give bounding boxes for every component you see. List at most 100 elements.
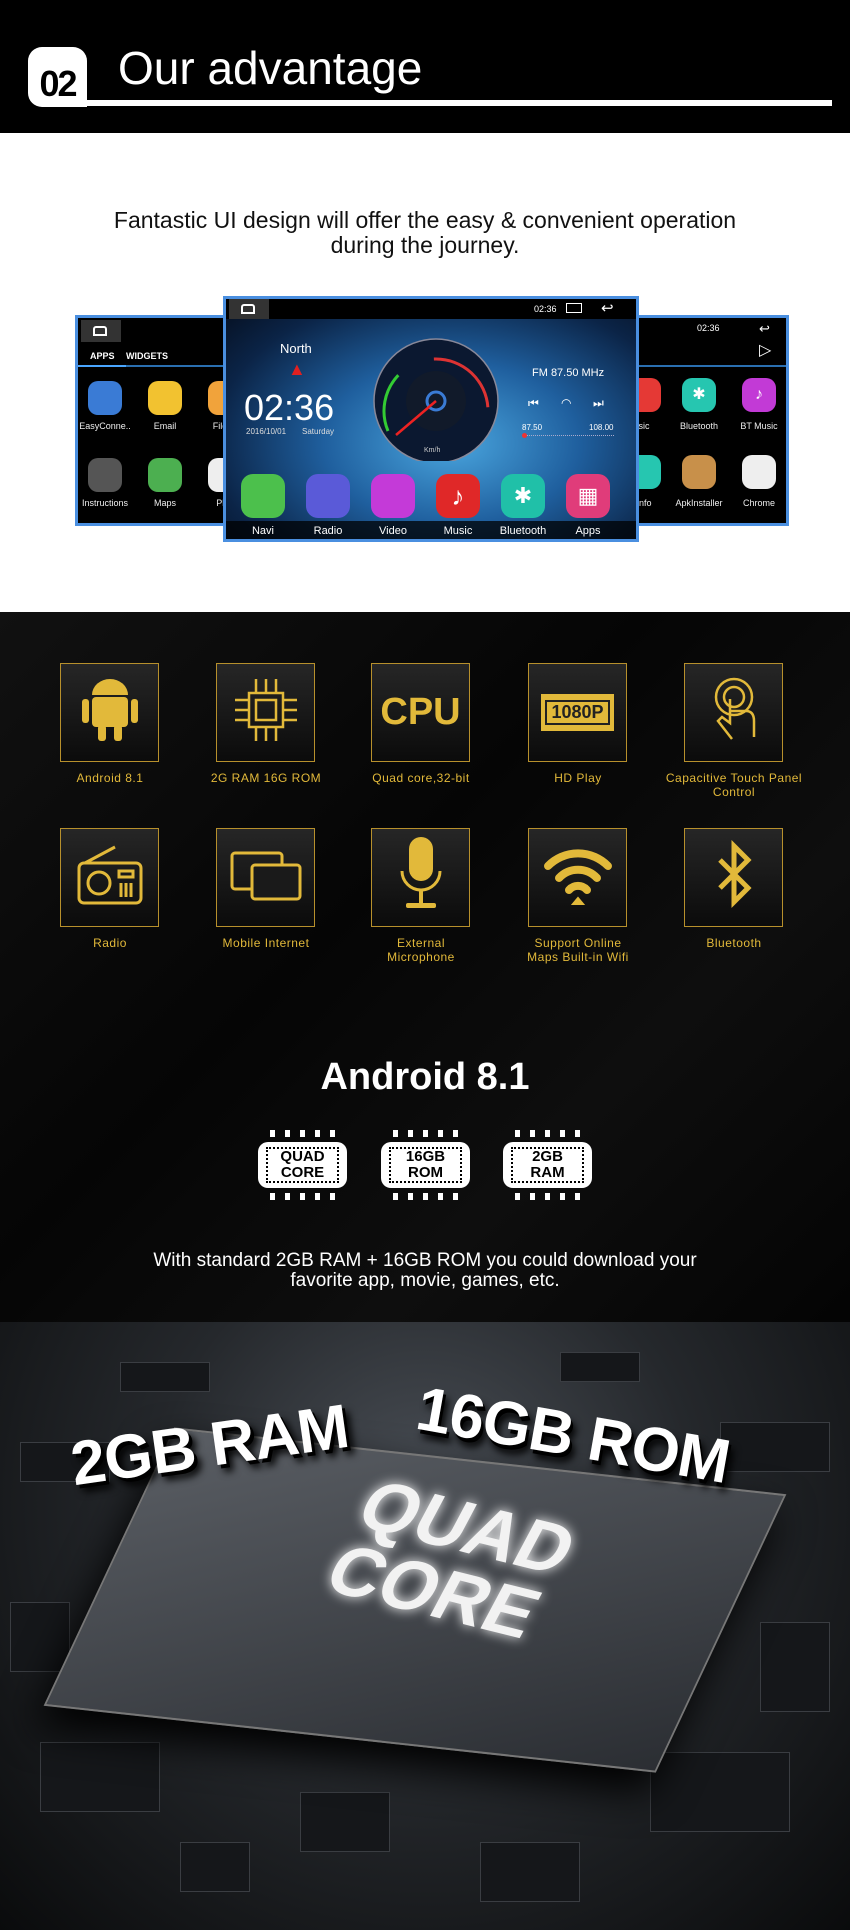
- microphone-icon: [396, 835, 446, 920]
- section-number-badge: 02: [28, 47, 87, 107]
- standard-text: With standard 2GB RAM + 16GB ROM you cou…: [0, 1251, 850, 1291]
- devices-icon: [228, 845, 304, 910]
- chip-icon: [231, 675, 301, 750]
- chip-line: RAM: [530, 1164, 565, 1181]
- chrome-icon[interactable]: [742, 455, 776, 489]
- feature-label: 2G RAM 16G ROM: [210, 771, 322, 785]
- app-label: EasyConne..: [79, 421, 131, 431]
- recent-apps-icon[interactable]: [566, 303, 582, 313]
- radio-tuner-slider[interactable]: [522, 433, 614, 438]
- touch-icon: [704, 675, 764, 750]
- clock: 02:36: [244, 387, 335, 428]
- feature-label: External Microphone: [387, 936, 455, 964]
- feature-tile: [684, 663, 783, 762]
- compass-label: North: [280, 341, 312, 356]
- board-component: [40, 1742, 160, 1812]
- back-icon[interactable]: ↩: [759, 321, 770, 337]
- board-component: [650, 1752, 790, 1832]
- feature-label: Mobile Internet: [222, 936, 310, 950]
- weekday: Saturday: [302, 427, 335, 436]
- compass-arrow-icon: ▲: [288, 359, 306, 379]
- bt-music-icon[interactable]: ♪: [742, 378, 776, 412]
- radio-icon: [75, 845, 145, 910]
- chip-line: QUAD: [280, 1148, 325, 1165]
- board-component: [10, 1602, 70, 1672]
- intro-line: during the journey.: [330, 232, 520, 258]
- feature-label: Radio: [93, 936, 127, 950]
- chip-line: 16GB: [405, 1148, 446, 1165]
- navi-icon[interactable]: [241, 474, 285, 518]
- app-drawer-screen: APPS WIDGETS EasyConne.. Email File M In…: [75, 315, 227, 526]
- back-icon[interactable]: ↩: [601, 299, 614, 317]
- feature-tile: [216, 663, 315, 762]
- info-icon[interactable]: [639, 455, 661, 489]
- maps-icon[interactable]: [148, 458, 182, 492]
- status-time: 02:36: [697, 323, 720, 333]
- spec-chip: 16GB ROM: [381, 1130, 470, 1200]
- feature-label: Android 8.1: [76, 771, 144, 785]
- dock-label: Navi: [251, 525, 274, 537]
- app-label: Maps: [153, 498, 176, 508]
- board-component: [760, 1622, 830, 1712]
- feature-label: Bluetooth: [706, 936, 762, 950]
- video-icon[interactable]: [371, 474, 415, 518]
- radio-frequency: FM 87.50 MHz: [532, 367, 605, 379]
- instructions-icon[interactable]: [88, 458, 122, 492]
- feature-tile: [371, 828, 470, 927]
- music-icon[interactable]: ♪: [436, 474, 480, 518]
- dock-label: Bluetooth: [499, 525, 547, 537]
- bluetooth-icon[interactable]: ✱: [501, 474, 545, 518]
- wifi-icon: [540, 840, 616, 915]
- app-label: Bluetooth: [679, 421, 719, 431]
- feature-tile: [684, 828, 783, 927]
- music-icon[interactable]: [639, 378, 661, 412]
- radio-min: 87.50: [522, 423, 543, 432]
- board-component: [720, 1422, 830, 1472]
- feature-label: HD Play: [554, 771, 602, 785]
- bluetooth-icon[interactable]: ✱: [682, 378, 716, 412]
- home-screen: 02:36 ↩ North ▲ 02:36 2016/10/01 Saturda…: [223, 296, 639, 542]
- tab-widgets[interactable]: WIDGETS: [126, 351, 168, 361]
- board-component: [120, 1362, 210, 1392]
- board-component: [300, 1792, 390, 1852]
- next-icon[interactable]: ⏭: [593, 396, 604, 411]
- app-label: Chrome: [742, 498, 775, 508]
- email-icon[interactable]: [148, 381, 182, 415]
- speedometer: [373, 338, 499, 461]
- dock-label: Music: [443, 525, 473, 537]
- status-time: 02:36: [534, 304, 557, 314]
- radio-max: 108.00: [589, 423, 614, 432]
- chip-line: ROM: [408, 1164, 443, 1181]
- tab-apps[interactable]: APPS: [90, 351, 115, 361]
- apkinstaller-icon[interactable]: [682, 455, 716, 489]
- board-component: [560, 1352, 640, 1382]
- dock-label: Apps: [575, 525, 601, 537]
- app-label: Instructions: [81, 498, 129, 508]
- intro-text: Fantastic UI design will offer the easy …: [0, 208, 850, 258]
- board-component: [480, 1842, 580, 1902]
- home-icon[interactable]: [229, 299, 269, 319]
- speed-unit: Km/h: [424, 447, 441, 454]
- cpu-icon: CPU: [380, 691, 461, 733]
- radio-icon[interactable]: [306, 474, 350, 518]
- section-header: 02 Our advantage: [0, 0, 850, 133]
- standard-line: favorite app, movie, games, etc.: [290, 1270, 560, 1291]
- android-title: Android 8.1: [320, 1056, 530, 1098]
- dock-label: Radio: [313, 525, 343, 537]
- easyconnect-icon[interactable]: [88, 381, 122, 415]
- play-store-icon[interactable]: ▷: [759, 340, 771, 360]
- feature-tile: CPU: [371, 663, 470, 762]
- previous-icon[interactable]: ⏮: [528, 396, 539, 411]
- spec-chip: 2GB RAM: [503, 1130, 592, 1200]
- home-icon: [81, 320, 121, 342]
- spec-chip: QUAD CORE: [258, 1130, 347, 1200]
- standard-line: With standard 2GB RAM + 16GB ROM you cou…: [153, 1250, 697, 1271]
- android-icon: [80, 675, 140, 750]
- bluetooth-icon: [714, 839, 754, 915]
- dock-label: Video: [379, 525, 407, 537]
- board-component: [180, 1842, 250, 1892]
- feature-label: Quad core,32-bit: [372, 771, 470, 785]
- apps-grid-icon[interactable]: ▦: [566, 474, 610, 518]
- feature-tile: [528, 828, 627, 927]
- signal-icon: ◠: [561, 396, 572, 410]
